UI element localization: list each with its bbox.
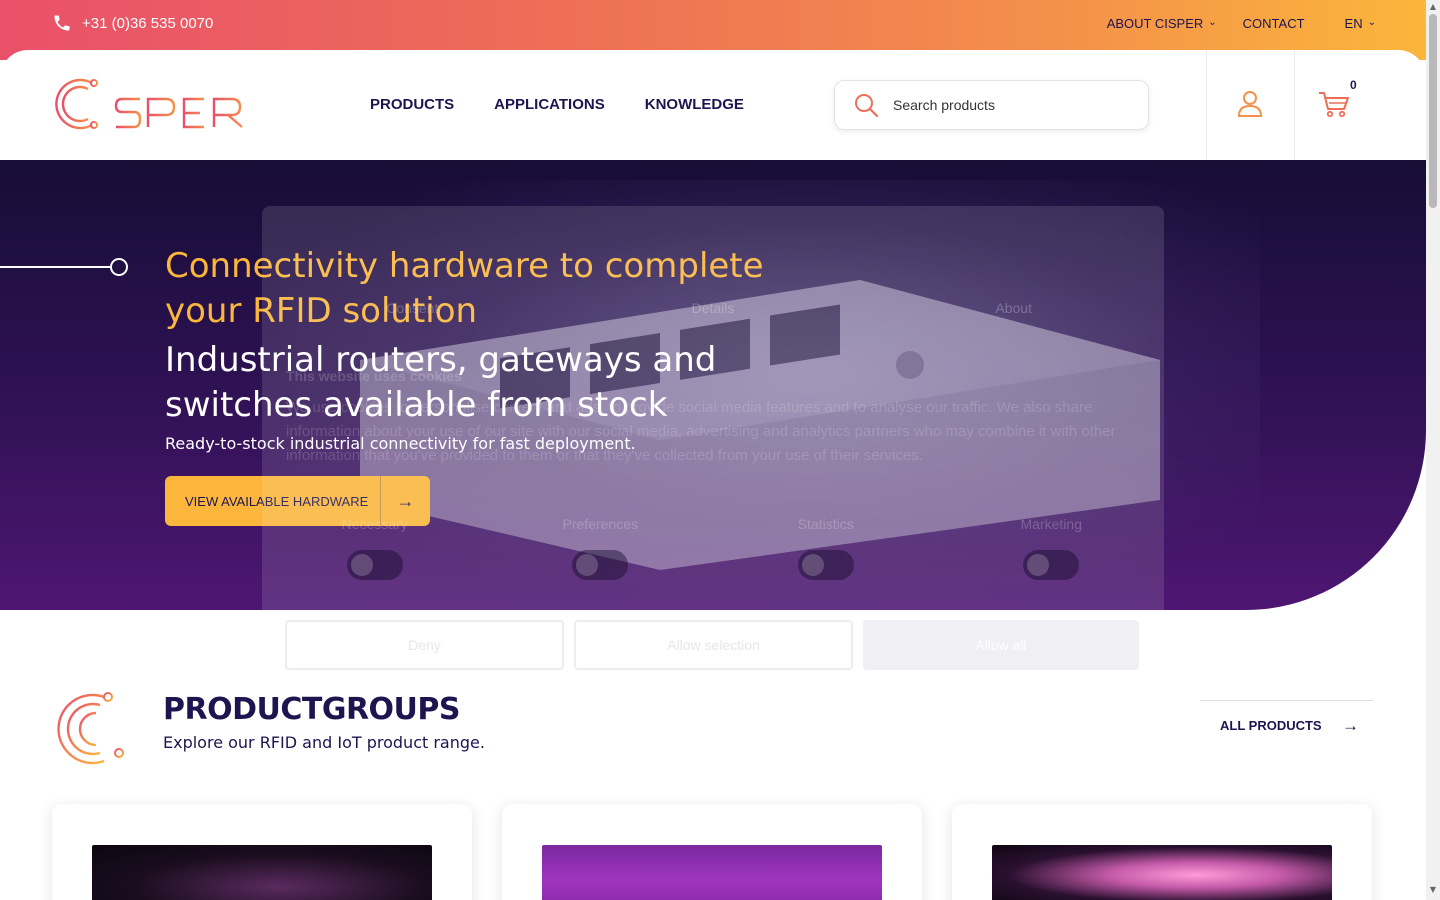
product-image [542,845,882,900]
nav-applications[interactable]: APPLICATIONS [494,96,605,113]
phone-link[interactable]: +31 (0)36 535 0070 [52,13,213,33]
product-card[interactable] [502,804,922,900]
hero-decor-ring [110,258,128,276]
main-nav: PRODUCTS APPLICATIONS KNOWLEDGE [370,96,744,113]
phone-number: +31 (0)36 535 0070 [82,14,214,32]
scrollbar-thumb[interactable] [1429,14,1437,208]
allow-selection-button[interactable]: Allow selection [574,620,853,670]
category-label: Marketing [1020,516,1082,532]
about-cisper-menu[interactable]: ABOUT CISPER ⌄ [1107,16,1217,31]
tab-consent[interactable]: Consent [262,300,563,316]
category-statistics: Statistics [713,516,939,580]
search-input[interactable] [893,97,1113,113]
all-products-link[interactable]: ALL PRODUCTS → [1200,700,1373,750]
nav-products[interactable]: PRODUCTS [370,96,454,113]
search-icon[interactable] [853,92,879,118]
product-card[interactable] [952,804,1372,900]
nav-knowledge[interactable]: KNOWLEDGE [645,96,744,113]
productgroups-title: PRODUCTGROUPS [163,692,461,727]
statistics-toggle[interactable] [797,550,854,580]
user-icon[interactable] [1237,90,1263,118]
category-label: Statistics [797,516,854,532]
language-selector[interactable]: EN ⌄ [1345,16,1376,31]
cookie-title: This website uses cookies [286,368,462,384]
cookie-tabs: Consent Details About [262,300,1164,316]
scroll-down-icon[interactable]: ▼ [1429,885,1437,895]
scroll-up-icon[interactable]: ▲ [1429,2,1437,12]
tab-about[interactable]: About [863,300,1164,316]
contact-link[interactable]: CONTACT [1243,16,1305,31]
phone-icon [54,15,70,31]
language-label: EN [1344,16,1363,31]
cookie-categories: Necessary Preferences Statistics Marketi… [262,516,1164,580]
contact-label: CONTACT [1242,16,1305,31]
about-label: ABOUT CISPER [1106,16,1204,31]
hero-decor-line [0,266,112,268]
arrow-right-icon: → [1342,715,1359,735]
category-preferences: Preferences [488,516,714,580]
search-box[interactable] [834,80,1149,130]
main-header: PRODUCTS APPLICATIONS KNOWLEDGE 0 [0,50,1426,160]
productgroups-c-icon [57,692,124,765]
product-image [92,845,432,900]
category-label: Necessary [341,516,408,532]
cookie-buttons: Deny Allow selection Allow all [285,620,1139,670]
all-products-label: ALL PRODUCTS [1220,718,1322,733]
page-scrollbar[interactable]: ▲ ▼ [1426,0,1440,900]
preferences-toggle[interactable] [572,550,629,580]
allow-all-button[interactable]: Allow all [863,620,1139,670]
marketing-toggle[interactable] [1023,550,1080,580]
chevron-down-icon: ⌄ [1367,17,1376,28]
deny-button[interactable]: Deny [285,620,564,670]
category-necessary: Necessary [262,516,488,580]
productgroups-subtitle: Explore our RFID and IoT product range. [163,733,485,752]
cookiebot-logo: Cookiebot by Usercentrics [1018,228,1126,259]
cart-icon[interactable] [1318,90,1350,118]
cisper-logo[interactable] [52,75,252,133]
product-image [992,845,1332,900]
header-divider [1206,50,1207,160]
category-label: Preferences [562,516,638,532]
necessary-toggle[interactable] [346,550,403,580]
product-card[interactable] [52,804,472,900]
cart-count: 0 [1350,78,1357,92]
header-divider [1294,50,1295,160]
cookie-body: We use cookies to personalise content an… [286,399,1116,464]
chevron-down-icon: ⌄ [1208,17,1217,28]
category-marketing: Marketing [939,516,1165,580]
tab-details[interactable]: Details [563,300,864,316]
